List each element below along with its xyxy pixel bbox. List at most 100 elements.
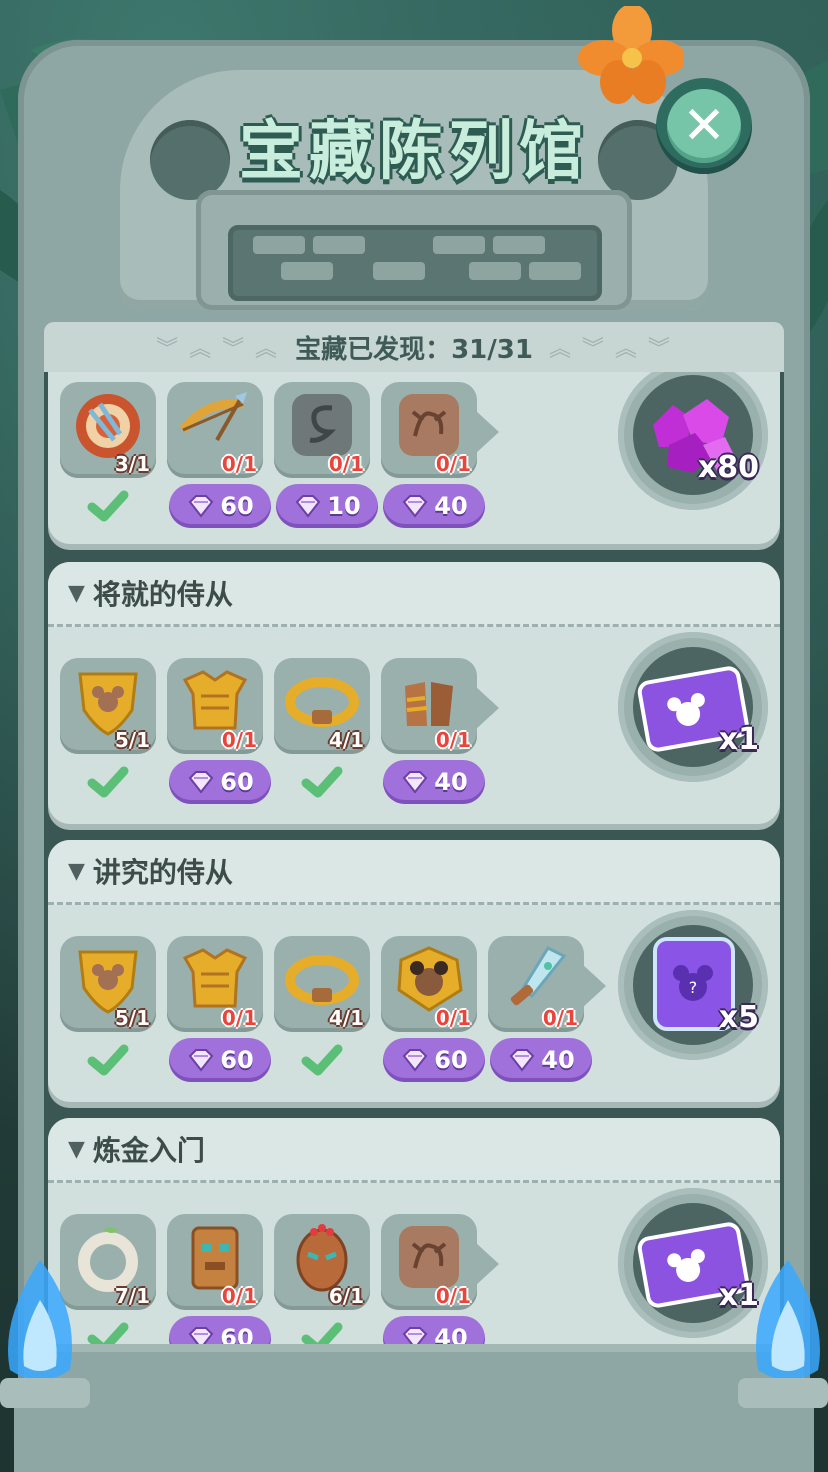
item-count: 0/1 [435, 452, 471, 476]
reward-slot[interactable]: x80 [618, 372, 768, 510]
item-tile: 0/1 [381, 936, 477, 1032]
buy-price-button[interactable]: 60 [169, 1316, 271, 1344]
discovery-progress-label: 宝藏已发现：31/31 [295, 334, 533, 365]
item-count: 0/1 [221, 452, 257, 476]
collected-check-icon [274, 1038, 370, 1082]
arrow-target-icon [76, 394, 140, 458]
gem-icon [295, 495, 321, 518]
gem-icon [509, 1049, 535, 1072]
reward-quantity: x1 [718, 722, 759, 757]
collection-item[interactable]: 6/1 [274, 1214, 370, 1344]
item-count: 5/1 [114, 728, 150, 752]
item-tile: 0/1 [167, 658, 263, 754]
price-value: 60 [220, 768, 254, 796]
mickey-shield-icon [78, 950, 138, 1014]
collection-card: 3/1 0/1 60 0/1 10 0/1 40 x80 [48, 372, 780, 544]
reward-slot[interactable]: ? x5 [618, 910, 768, 1060]
item-tile: 0/1 [167, 936, 263, 1032]
collection-card: ▼ 炼金入门 7/1 0/1 60 6/1 0/1 40 x1 [48, 1118, 780, 1344]
item-tile: 0/1 [381, 1214, 499, 1310]
buy-price-button[interactable]: 40 [383, 484, 485, 528]
item-count: 0/1 [435, 1006, 471, 1030]
mickey-shield-icon [78, 672, 138, 736]
mickey-medallion-icon [397, 946, 463, 1012]
item-tile: 4/1 [274, 658, 370, 754]
golden-belt-icon [285, 677, 359, 727]
close-icon: ✕ [667, 89, 741, 163]
collection-item[interactable]: 0/1 40 [381, 382, 499, 528]
item-count: 0/1 [221, 728, 257, 752]
buy-price-button[interactable]: 60 [383, 1038, 485, 1082]
blue-flame-brazier-icon [738, 1260, 828, 1472]
collection-item[interactable]: 3/1 [60, 382, 156, 528]
collection-item[interactable]: 4/1 [274, 936, 370, 1082]
snake-stone-tablet-icon [292, 394, 352, 456]
collection-item[interactable]: 5/1 [60, 936, 156, 1082]
bottom-stone-ledge [40, 1344, 788, 1472]
chevron-down-icon: ▼ [68, 580, 85, 606]
collection-item[interactable]: 0/1 60 [381, 936, 485, 1082]
collection-item[interactable]: 0/1 40 [381, 658, 499, 804]
collection-item[interactable]: 0/1 60 [167, 936, 271, 1082]
price-value: 40 [434, 768, 468, 796]
collection-card: ▼ 将就的侍从 5/1 0/1 60 4/1 0/1 40 x1 [48, 562, 780, 824]
chevron-decor-icon: ︾ ︽ ︾ ︽ [156, 337, 280, 362]
gem-icon [188, 1327, 214, 1344]
item-tile: 5/1 [60, 936, 156, 1032]
collection-card: ▼ 讲究的侍从 5/1 0/1 60 4/1 0/1 60 0/1 40 ? x… [48, 840, 780, 1102]
item-count: 7/1 [114, 1284, 150, 1308]
collected-check-icon [60, 1038, 156, 1082]
collection-item[interactable]: 0/1 60 [167, 658, 271, 804]
buy-price-button[interactable]: 60 [169, 484, 271, 528]
price-value: 40 [434, 1324, 468, 1344]
card-title: 炼金入门 [92, 1134, 205, 1167]
card-item-row: 7/1 0/1 60 6/1 0/1 40 [60, 1214, 499, 1344]
buy-price-button[interactable]: 10 [276, 484, 378, 528]
chevron-down-icon: ▼ [68, 1136, 85, 1162]
collection-item[interactable]: 5/1 [60, 658, 156, 804]
item-tile: 6/1 [274, 1214, 370, 1310]
buy-price-button[interactable]: 40 [490, 1038, 592, 1082]
collection-item[interactable]: 0/1 40 [381, 1214, 499, 1344]
item-count: 4/1 [328, 1006, 364, 1030]
collection-item[interactable]: 0/1 10 [274, 382, 378, 528]
item-count: 0/1 [221, 1006, 257, 1030]
item-tile: 0/1 [167, 1214, 263, 1310]
card-header[interactable]: ▼ 讲究的侍从 [48, 840, 780, 905]
card-header[interactable]: ▼ 将就的侍从 [48, 562, 780, 627]
reward-slot[interactable]: x1 [618, 632, 768, 782]
item-tile: 0/1 [381, 382, 499, 478]
collection-item[interactable]: 0/1 60 [167, 1214, 271, 1344]
item-tile: 0/1 [381, 658, 499, 754]
card-item-row: 3/1 0/1 60 0/1 10 0/1 40 [60, 382, 499, 528]
close-button[interactable]: ✕ [656, 78, 752, 174]
price-value: 40 [434, 492, 468, 520]
item-tile: 4/1 [274, 936, 370, 1032]
gem-icon [188, 771, 214, 794]
buy-price-button[interactable]: 40 [383, 760, 485, 804]
treasure-collection-list[interactable]: 3/1 0/1 60 0/1 10 0/1 40 x80 ▼ 将就的侍从 5/1… [44, 372, 784, 1344]
item-count: 0/1 [542, 1006, 578, 1030]
buy-price-button[interactable]: 40 [383, 1316, 485, 1344]
chevron-down-icon: ▼ [68, 858, 85, 884]
card-item-row: 5/1 0/1 60 [60, 936, 606, 1082]
buy-price-button[interactable]: 60 [169, 760, 271, 804]
collected-check-icon [274, 1316, 370, 1344]
buy-price-button[interactable]: 60 [169, 1038, 271, 1082]
leather-bracers-icon [405, 682, 453, 726]
collection-item[interactable]: 0/1 60 [167, 382, 271, 528]
crystal-dagger-icon [510, 946, 567, 1006]
card-header[interactable]: ▼ 炼金入门 [48, 1118, 780, 1183]
reward-quantity: x5 [718, 1000, 759, 1035]
blue-flame-brazier-icon [0, 1260, 90, 1472]
gem-icon [402, 1049, 428, 1072]
gem-icon [402, 495, 428, 518]
collection-item[interactable]: 4/1 [274, 658, 370, 804]
golden-armor-icon [182, 948, 248, 1008]
price-value: 60 [220, 492, 254, 520]
price-value: 60 [220, 1324, 254, 1344]
discovery-progress-bar: ︾ ︽ ︾ ︽ 宝藏已发现：31/31 ︽ ︾ ︽ ︾ [44, 322, 784, 372]
collection-item[interactable]: 0/1 40 [488, 936, 606, 1082]
collected-check-icon [60, 760, 156, 804]
item-tile: 0/1 [167, 382, 263, 478]
